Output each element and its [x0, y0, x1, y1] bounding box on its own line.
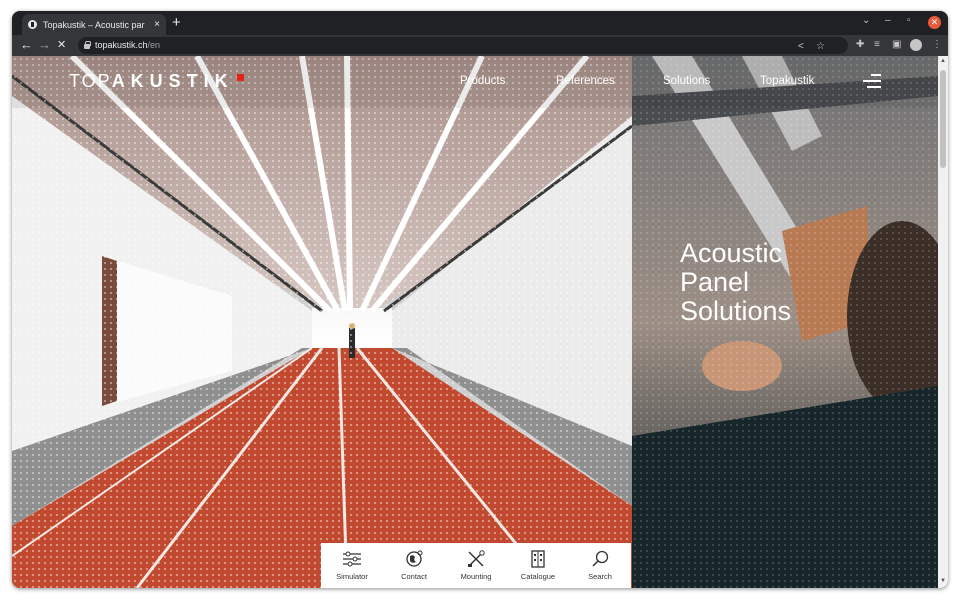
maximize-button[interactable]: ▫ — [907, 15, 911, 26]
swiss-flag-icon — [236, 74, 244, 81]
quick-contact-label: Contact — [401, 572, 427, 581]
favicon-icon — [28, 20, 37, 29]
logo-text-akustik: AKUSTIK — [111, 71, 234, 91]
quick-simulator[interactable]: Simulator — [321, 543, 383, 588]
quick-catalogue[interactable]: Catalogue — [507, 543, 569, 588]
back-button[interactable]: ← — [20, 37, 33, 53]
quick-contact[interactable]: Contact — [383, 543, 445, 588]
quick-catalogue-label: Catalogue — [520, 572, 556, 581]
hamburger-menu-icon[interactable] — [863, 74, 881, 90]
quick-search[interactable]: Search — [569, 543, 631, 588]
site-header: TOPAKUSTIK Products References Solutions… — [12, 56, 938, 108]
nav-products[interactable]: Products — [460, 75, 505, 87]
quick-search-label: Search — [588, 572, 612, 581]
page-viewport: TOPAKUSTIK Products References Solutions… — [12, 56, 948, 588]
address-bar[interactable]: topakustik.ch/en < ☆ — [78, 37, 848, 54]
page-scrollbar[interactable]: ▲ ▼ — [938, 56, 948, 588]
quick-simulator-label: Simulator — [336, 572, 368, 581]
stop-button[interactable]: ✕ — [57, 37, 66, 53]
track-illustration — [12, 56, 632, 588]
nav-topakustik[interactable]: Topakustik — [760, 75, 814, 87]
minimize-button[interactable]: – — [885, 15, 891, 26]
scrollbar-thumb[interactable] — [940, 70, 946, 168]
sliders-icon — [343, 551, 361, 567]
tab-title: Topakustik – Acoustic par — [43, 19, 145, 30]
headline-line-2: Panel — [680, 267, 750, 297]
catalogue-icon — [531, 550, 545, 568]
extensions-icon[interactable]: ✚ — [856, 38, 864, 52]
topakustik-logo[interactable]: TOPAKUSTIK — [69, 71, 244, 92]
quick-access-bar: Simulator Contact Mounting Catalogue Sea… — [321, 543, 631, 588]
url-text: topakustik.ch/en — [95, 40, 161, 50]
share-icon[interactable]: < — [798, 40, 804, 54]
menu-kebab-icon[interactable]: ⋮ — [932, 38, 942, 52]
tools-icon — [468, 550, 485, 567]
browser-tab[interactable]: Topakustik – Acoustic par × — [22, 14, 166, 35]
profile-icon[interactable] — [910, 39, 922, 51]
browser-toolbar: ← → ✕ topakustik.ch/en < ☆ ✚ ≡ ▣ ⋮ — [12, 35, 948, 56]
tab-close-button[interactable]: × — [154, 19, 160, 30]
tab-search-icon[interactable]: ⌄ — [862, 15, 870, 26]
search-icon — [592, 550, 609, 567]
tab-strip: Topakustik – Acoustic par × + ⌄ – ▫ ✕ — [12, 11, 948, 35]
nav-references[interactable]: References — [556, 75, 615, 87]
forward-button[interactable]: → — [38, 37, 51, 53]
quick-mounting-label: Mounting — [460, 572, 492, 581]
new-tab-button[interactable]: + — [172, 14, 181, 32]
quick-mounting[interactable]: Mounting — [445, 543, 507, 588]
globe-icon — [406, 550, 423, 567]
lock-icon — [84, 41, 91, 49]
browser-window: Topakustik – Acoustic par × + ⌄ – ▫ ✕ ← … — [12, 11, 948, 588]
hero-image-track — [12, 56, 632, 588]
scroll-up-arrow-icon[interactable]: ▲ — [940, 58, 946, 64]
scroll-down-arrow-icon[interactable]: ▼ — [940, 578, 946, 584]
logo-text-top: TOP — [69, 71, 112, 91]
side-panel-icon[interactable]: ▣ — [892, 38, 901, 52]
window-close-button[interactable]: ✕ — [928, 16, 941, 29]
headline-line-1: Acoustic — [680, 238, 783, 268]
reading-list-icon[interactable]: ≡ — [874, 38, 880, 52]
bookmark-star-icon[interactable]: ☆ — [816, 40, 825, 54]
hero-headline: Acoustic Panel Solutions — [680, 239, 791, 326]
nav-solutions[interactable]: Solutions — [663, 75, 710, 87]
headline-line-3: Solutions — [680, 296, 792, 326]
